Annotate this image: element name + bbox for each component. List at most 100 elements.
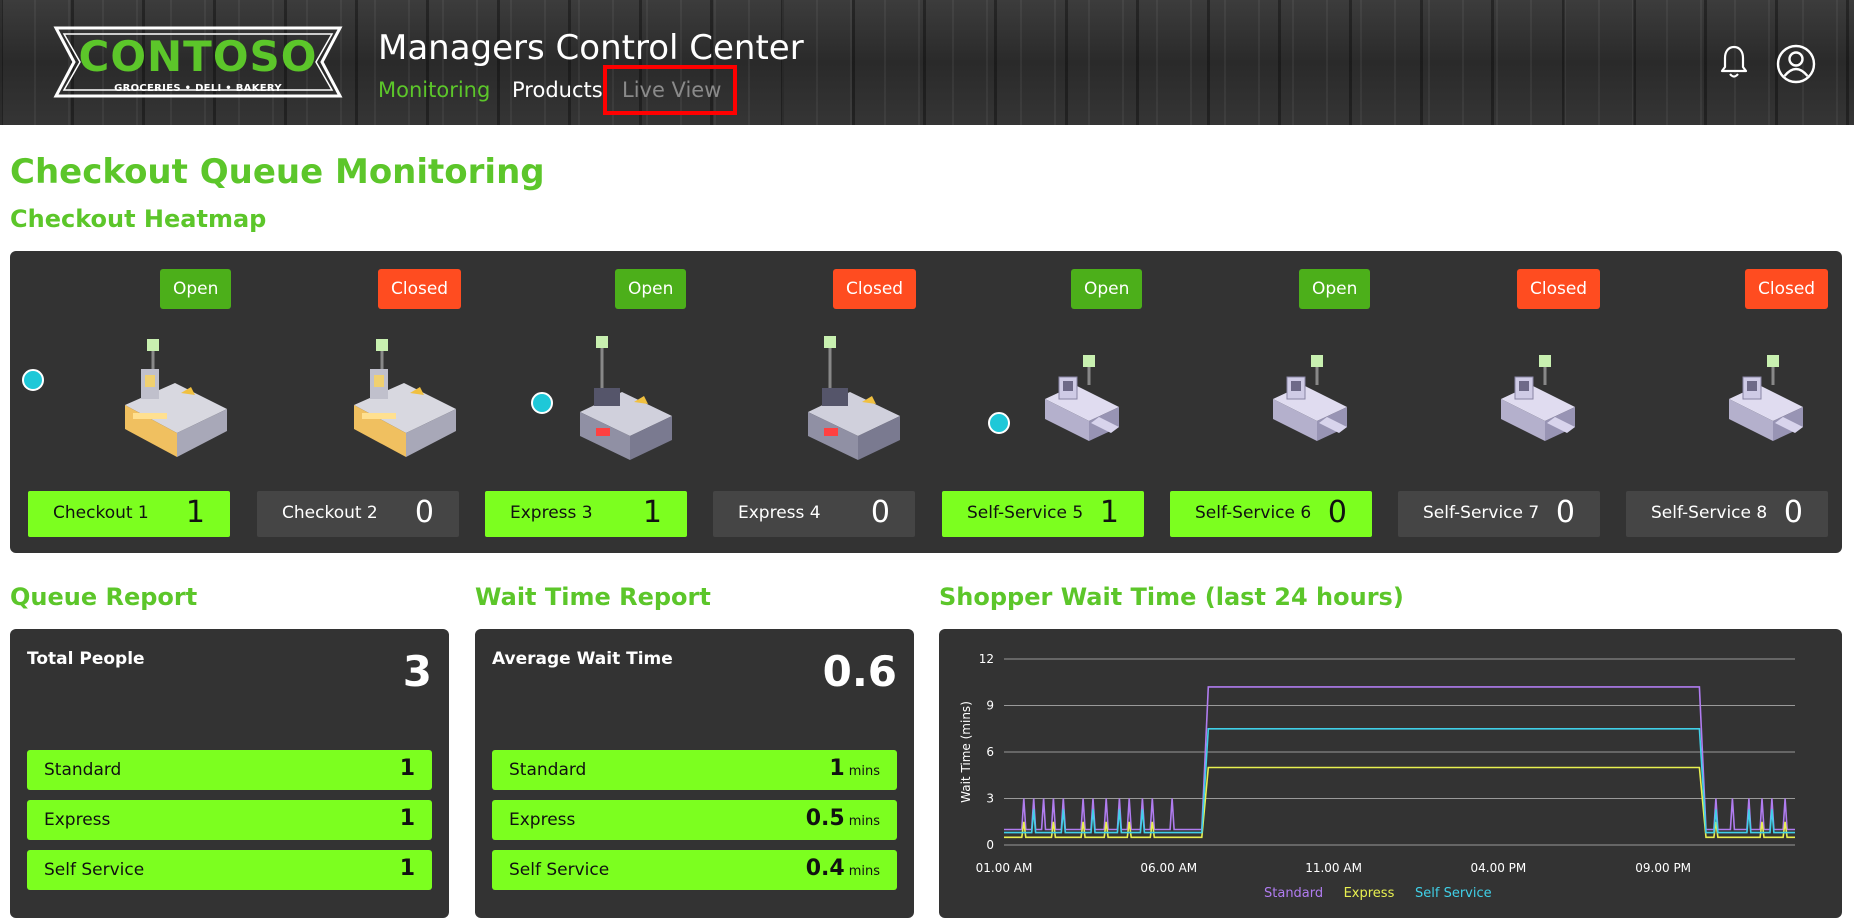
queue-row-express: Express 1 (27, 800, 432, 840)
checkout-heatmap: Open Checkout 1 1 Closed Checkout 2 0 Op… (10, 251, 1842, 553)
status-badge: Closed (378, 269, 462, 309)
x-tick-label: 01.00 AM (976, 861, 1033, 875)
status-badge: Closed (1745, 269, 1829, 309)
wait-time-report-card: Average Wait Time 0.6 Standard 1 mins Exp… (475, 629, 914, 918)
series-line-standard (1004, 686, 1795, 831)
nav-monitoring[interactable]: Monitoring (378, 78, 490, 102)
bell-icon[interactable] (1720, 44, 1748, 84)
lane-tile[interactable]: Checkout 2 0 (257, 491, 459, 537)
status-badge: Closed (833, 269, 917, 309)
row-label: Standard (44, 760, 122, 780)
lane-self-service-5[interactable]: Open Self-Service 5 1 (924, 251, 1144, 553)
row-value: 1 (399, 756, 415, 781)
lane-name: Checkout 1 (53, 503, 149, 523)
y-tick-label: 12 (979, 652, 994, 666)
shopper-indicator (22, 369, 44, 391)
y-tick-label: 3 (986, 792, 994, 806)
legend-item: Standard (1264, 886, 1323, 901)
self-service-kiosk-icon (1267, 355, 1353, 449)
lane-tile[interactable]: Self-Service 8 0 (1626, 491, 1828, 537)
logo-tagline: GROCERIES • DELI • BAKERY (114, 83, 282, 94)
lane-count: 1 (185, 495, 205, 530)
lane-tile[interactable]: Self-Service 6 0 (1170, 491, 1372, 537)
self-service-kiosk-icon (1495, 355, 1581, 449)
total-people-value: 3 (402, 647, 432, 696)
wait-time-report-title: Wait Time Report (475, 583, 711, 611)
chart-title: Shopper Wait Time (last 24 hours) (939, 583, 1404, 611)
lane-count: 0 (1555, 495, 1575, 530)
user-icon[interactable] (1776, 44, 1816, 88)
lane-count: 1 (1099, 495, 1119, 530)
lane-count: 0 (414, 495, 434, 530)
checkout-counter-icon (115, 339, 235, 467)
lane-checkout-2[interactable]: Closed Checkout 2 0 (239, 251, 462, 553)
x-tick-label: 09.00 PM (1635, 861, 1691, 875)
lane-tile[interactable]: Express 3 1 (485, 491, 687, 537)
status-badge: Open (1071, 269, 1143, 309)
row-value: 0.5 mins (805, 806, 880, 831)
y-tick-label: 6 (986, 745, 994, 759)
status-badge: Closed (1517, 269, 1601, 309)
status-badge: Open (1299, 269, 1371, 309)
row-label: Self Service (44, 860, 145, 880)
row-label: Standard (509, 760, 587, 780)
contoso-logo[interactable]: CONTOSO GROCERIES • DELI • BAKERY (52, 26, 344, 98)
express-counter-icon (572, 336, 682, 470)
checkout-counter-icon (344, 339, 464, 467)
series-line-express (1004, 766, 1795, 839)
lane-tile[interactable]: Express 4 0 (713, 491, 915, 537)
lane-self-service-6[interactable]: Open Self-Service 6 0 (1152, 251, 1372, 553)
y-tick-label: 9 (986, 699, 994, 713)
lane-express-4[interactable]: Closed Express 4 0 (695, 251, 917, 553)
nav-products[interactable]: Products (512, 78, 603, 102)
lane-tile[interactable]: Checkout 1 1 (28, 491, 230, 537)
lane-name: Self-Service 7 (1423, 503, 1540, 523)
wait-row-self-service: Self Service 0.4 mins (492, 850, 897, 890)
x-tick-label: 04.00 PM (1470, 861, 1526, 875)
lane-self-service-7[interactable]: Closed Self-Service 7 0 (1380, 251, 1601, 553)
lane-checkout-1[interactable]: Open Checkout 1 1 (10, 251, 232, 553)
y-axis-label: Wait Time (mins) (959, 701, 973, 803)
shopper-indicator (531, 392, 553, 414)
queue-row-self-service: Self Service 1 (27, 850, 432, 890)
live-view-highlight (603, 65, 737, 115)
shopper-indicator (988, 412, 1010, 434)
self-service-kiosk-icon (1039, 355, 1125, 449)
lane-count: 0 (1327, 495, 1347, 530)
lane-self-service-8[interactable]: Closed Self-Service 8 0 (1608, 251, 1829, 553)
app-title: Managers Control Center (378, 28, 804, 68)
average-wait-value: 0.6 (822, 647, 897, 696)
lane-name: Self-Service 6 (1195, 503, 1312, 523)
lane-name: Express 3 (510, 503, 593, 523)
queue-report-card: Total People 3 Standard 1 Express 1 Self… (10, 629, 449, 918)
lane-tile[interactable]: Self-Service 7 0 (1398, 491, 1600, 537)
lane-tile[interactable]: Self-Service 5 1 (942, 491, 1144, 537)
wait-row-express: Express 0.5 mins (492, 800, 897, 840)
lane-name: Checkout 2 (282, 503, 378, 523)
total-people-label: Total People (27, 649, 145, 669)
x-tick-label: 11.00 AM (1305, 861, 1362, 875)
legend-item: Self Service (1415, 886, 1492, 901)
wait-time-chart-card: 0 3 6 9 12 01.00 AM 06.00 AM 11.00 AM 04.00 PM 09… (939, 629, 1842, 918)
wait-time-chart: 0 3 6 9 12 01.00 AM 06.00 AM 11.00 AM 04.00 PM 09… (959, 652, 1795, 901)
logo-wordmark: CONTOSO (78, 32, 318, 81)
legend-item: Express (1344, 886, 1395, 901)
x-tick-label: 06.00 AM (1140, 861, 1197, 875)
queue-report-title: Queue Report (10, 583, 198, 611)
page-title: Checkout Queue Monitoring (10, 152, 545, 192)
series-line-self-service (1004, 728, 1795, 834)
lane-name: Self-Service 5 (967, 503, 1084, 523)
lane-name: Express 4 (738, 503, 821, 523)
status-badge: Open (160, 269, 232, 309)
row-value: 0.4 mins (805, 856, 880, 881)
lane-count: 1 (642, 495, 662, 530)
y-tick-label: 0 (986, 838, 994, 852)
row-value: 1 (399, 856, 415, 881)
row-label: Express (44, 810, 111, 830)
express-counter-icon (800, 336, 910, 470)
row-value: 1 mins (829, 756, 880, 781)
lane-express-3[interactable]: Open Express 3 1 (467, 251, 687, 553)
lane-name: Self-Service 8 (1651, 503, 1768, 523)
self-service-kiosk-icon (1723, 355, 1809, 449)
app-header: CONTOSO GROCERIES • DELI • BAKERY Manage… (0, 0, 1854, 125)
